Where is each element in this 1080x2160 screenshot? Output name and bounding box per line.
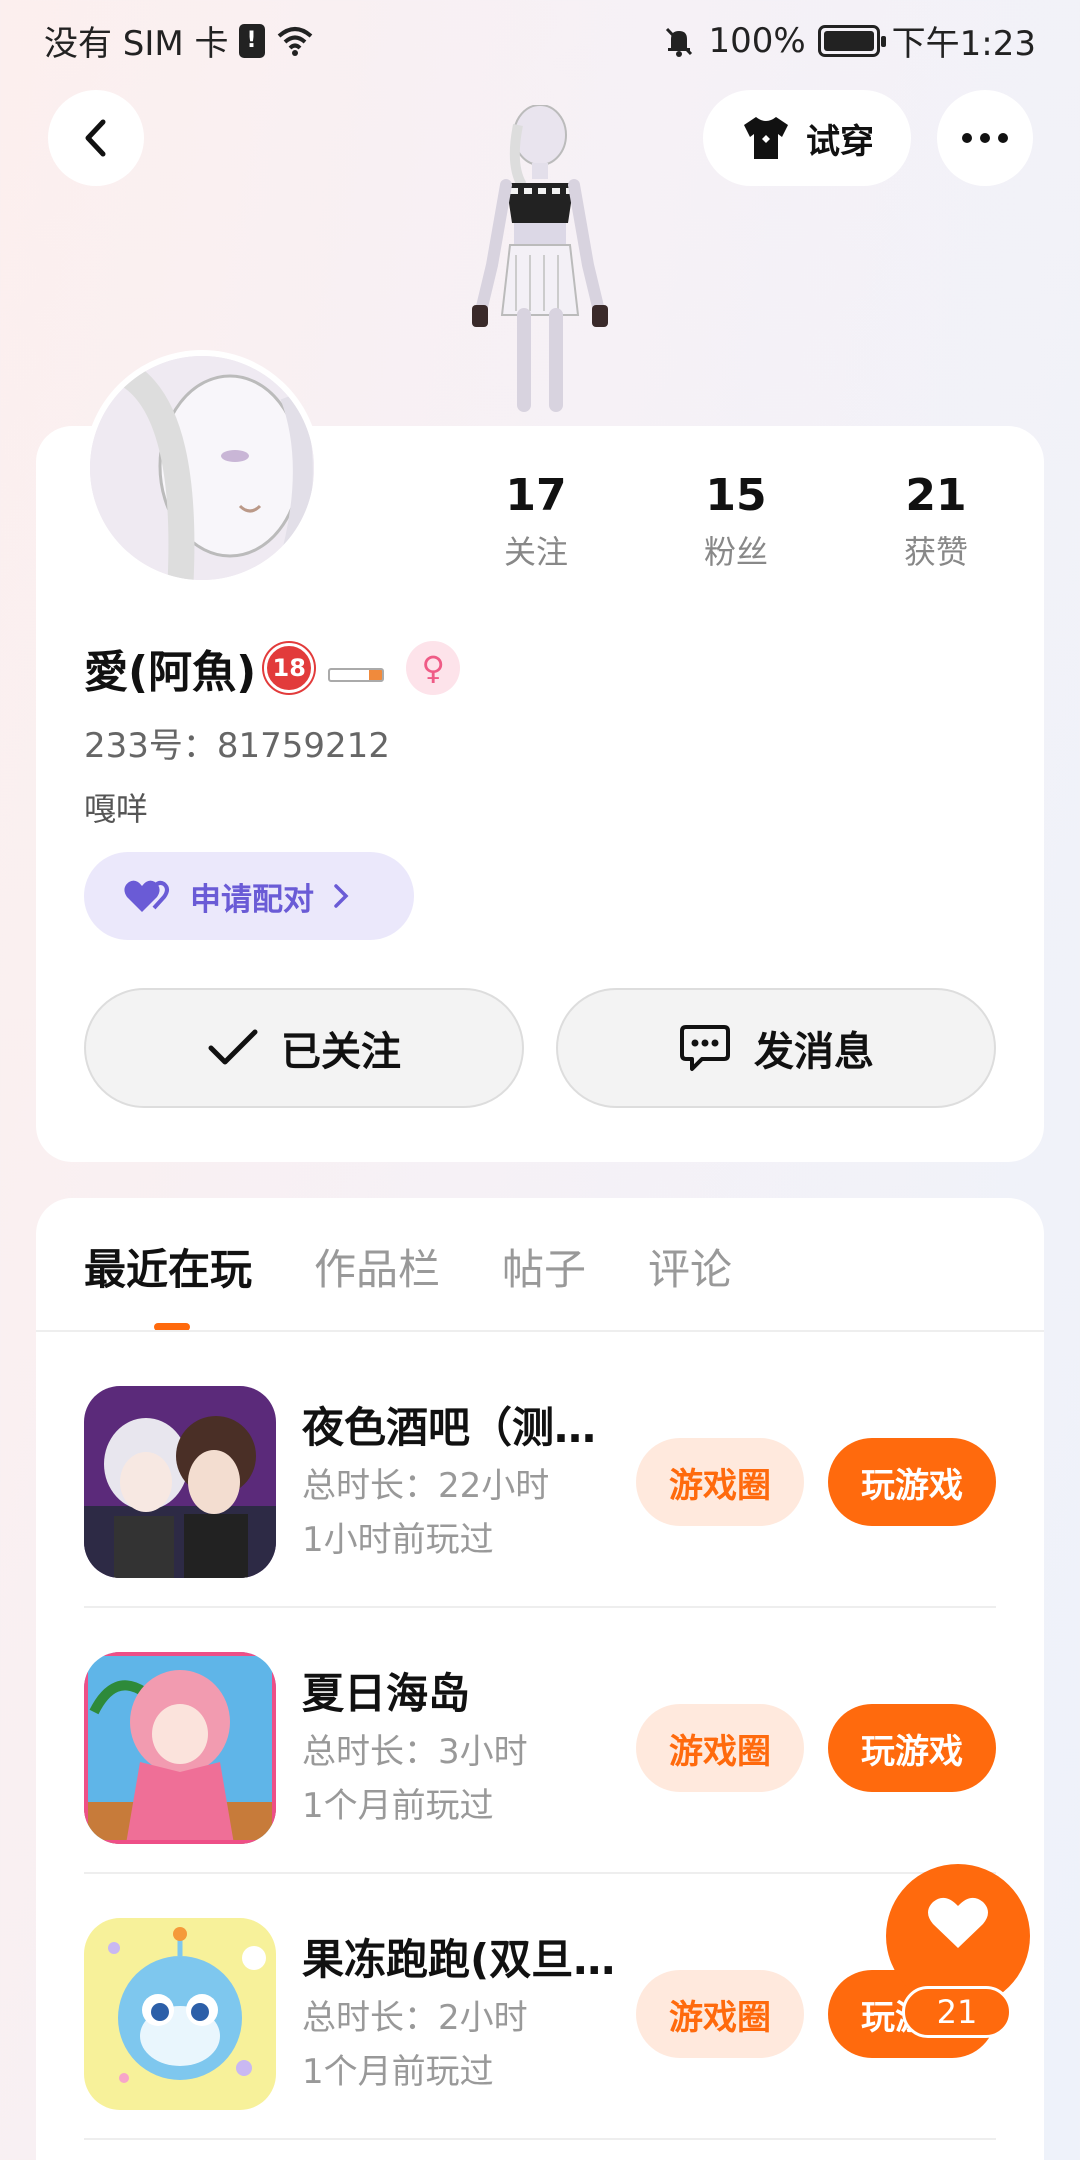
check-icon (208, 1029, 258, 1065)
tabs-divider (36, 1330, 1044, 1332)
sim-alert-icon: ! (238, 23, 265, 58)
more-dot-icon (962, 133, 972, 143)
following-label: 已关注 (281, 1029, 401, 1075)
stat-value: 21 (905, 470, 967, 521)
game-duration: 总时长：2小时 (302, 1998, 528, 2038)
game-last-played: 1个月前玩过 (302, 1786, 494, 1826)
more-button[interactable] (937, 90, 1033, 186)
status-bar: 没有 SIM 卡 ! 100% 下午1:23 (0, 0, 1080, 80)
game-circle-button[interactable]: 游戏圈 (636, 1704, 804, 1792)
stat-value: 17 (505, 470, 567, 521)
game-duration: 总时长：3小时 (302, 1732, 528, 1772)
username-row: 愛(阿魚) 18 ♀ (84, 636, 461, 700)
battery-percent: 100% (708, 20, 806, 61)
tab-posts[interactable]: 帖子 (502, 1236, 586, 1327)
game-icon[interactable] (84, 1652, 276, 1844)
following-button[interactable]: 已关注 (84, 988, 524, 1108)
game-title: 夏日海岛 (302, 1669, 471, 1718)
wifi-icon (277, 26, 312, 56)
game-last-played: 1个月前玩过 (302, 2052, 494, 2092)
game-circle-button[interactable]: 游戏圈 (636, 1438, 804, 1526)
request-pair-label: 申请配对 (190, 881, 314, 918)
game-row[interactable]: 夜色酒吧（测… 总时长：22小时 1小时前玩过 游戏圈 玩游戏 (84, 1342, 996, 1608)
try-on-button[interactable]: 试穿 (703, 90, 911, 186)
game-icon[interactable] (84, 1918, 276, 2110)
chevron-left-icon (85, 119, 106, 157)
send-message-label: 发消息 (754, 1029, 874, 1075)
profile-tabs: 最近在玩 作品栏 帖子 评论 (84, 1236, 732, 1331)
double-heart-icon (124, 880, 169, 912)
game-title: 果冻跑跑(双旦… (302, 1935, 616, 1984)
username: 愛(阿魚) (84, 647, 257, 698)
play-game-button[interactable]: 玩游戏 (828, 1704, 996, 1792)
heart-icon (928, 1897, 988, 1948)
avatar[interactable] (84, 350, 320, 586)
like-count: 21 (902, 1986, 1012, 2038)
female-gender-icon: ♀ (406, 641, 461, 695)
game-circle-button[interactable]: 游戏圈 (636, 1970, 804, 2058)
send-message-button[interactable]: 发消息 (556, 988, 996, 1108)
avatar-figure (472, 105, 608, 412)
age-18-badge-icon: 18 (264, 643, 315, 693)
game-row[interactable]: 果冻跑跑(双旦… 总时长：2小时 1个月前玩过 游戏圈 玩游戏 (84, 1874, 996, 2140)
game-icon[interactable] (84, 1386, 276, 1578)
tab-recently-played[interactable]: 最近在玩 (84, 1236, 252, 1331)
profile-stats: 17 关注 15 粉丝 21 获赞 (436, 470, 1036, 573)
cigarette-icon (328, 668, 385, 682)
bio: 嘎咩 (84, 790, 149, 828)
mute-bell-icon (666, 27, 693, 57)
game-row[interactable]: 夏日海岛 总时长：3小时 1个月前玩过 游戏圈 玩游戏 (84, 1608, 996, 1874)
stat-following[interactable]: 17 关注 (436, 470, 636, 573)
stat-followers[interactable]: 15 粉丝 (636, 470, 836, 573)
clock: 下午1:23 (891, 24, 1036, 64)
tab-works[interactable]: 作品栏 (314, 1236, 440, 1327)
user-id: 233号：81759212 (84, 726, 390, 766)
stat-label: 粉丝 (703, 533, 768, 571)
play-game-button[interactable]: 玩游戏 (828, 1438, 996, 1526)
stat-label: 关注 (503, 533, 568, 571)
chat-bubble-icon (680, 1025, 730, 1071)
game-duration: 总时长：22小时 (302, 1466, 550, 1506)
stat-value: 15 (705, 470, 767, 521)
try-on-label: 试穿 (806, 121, 874, 162)
tshirt-icon (744, 117, 788, 159)
stat-likes[interactable]: 21 获赞 (836, 470, 1036, 573)
game-last-played: 1小时前玩过 (302, 1520, 494, 1560)
chevron-right-icon (334, 884, 349, 908)
stat-label: 获赞 (903, 533, 968, 571)
request-pair-button[interactable]: 申请配对 (84, 852, 414, 940)
carrier-status: 没有 SIM 卡 (44, 24, 229, 64)
game-title: 夜色酒吧（测… (302, 1403, 597, 1452)
back-button[interactable] (48, 90, 144, 186)
tab-comments[interactable]: 评论 (648, 1236, 732, 1327)
battery-icon (817, 24, 886, 57)
